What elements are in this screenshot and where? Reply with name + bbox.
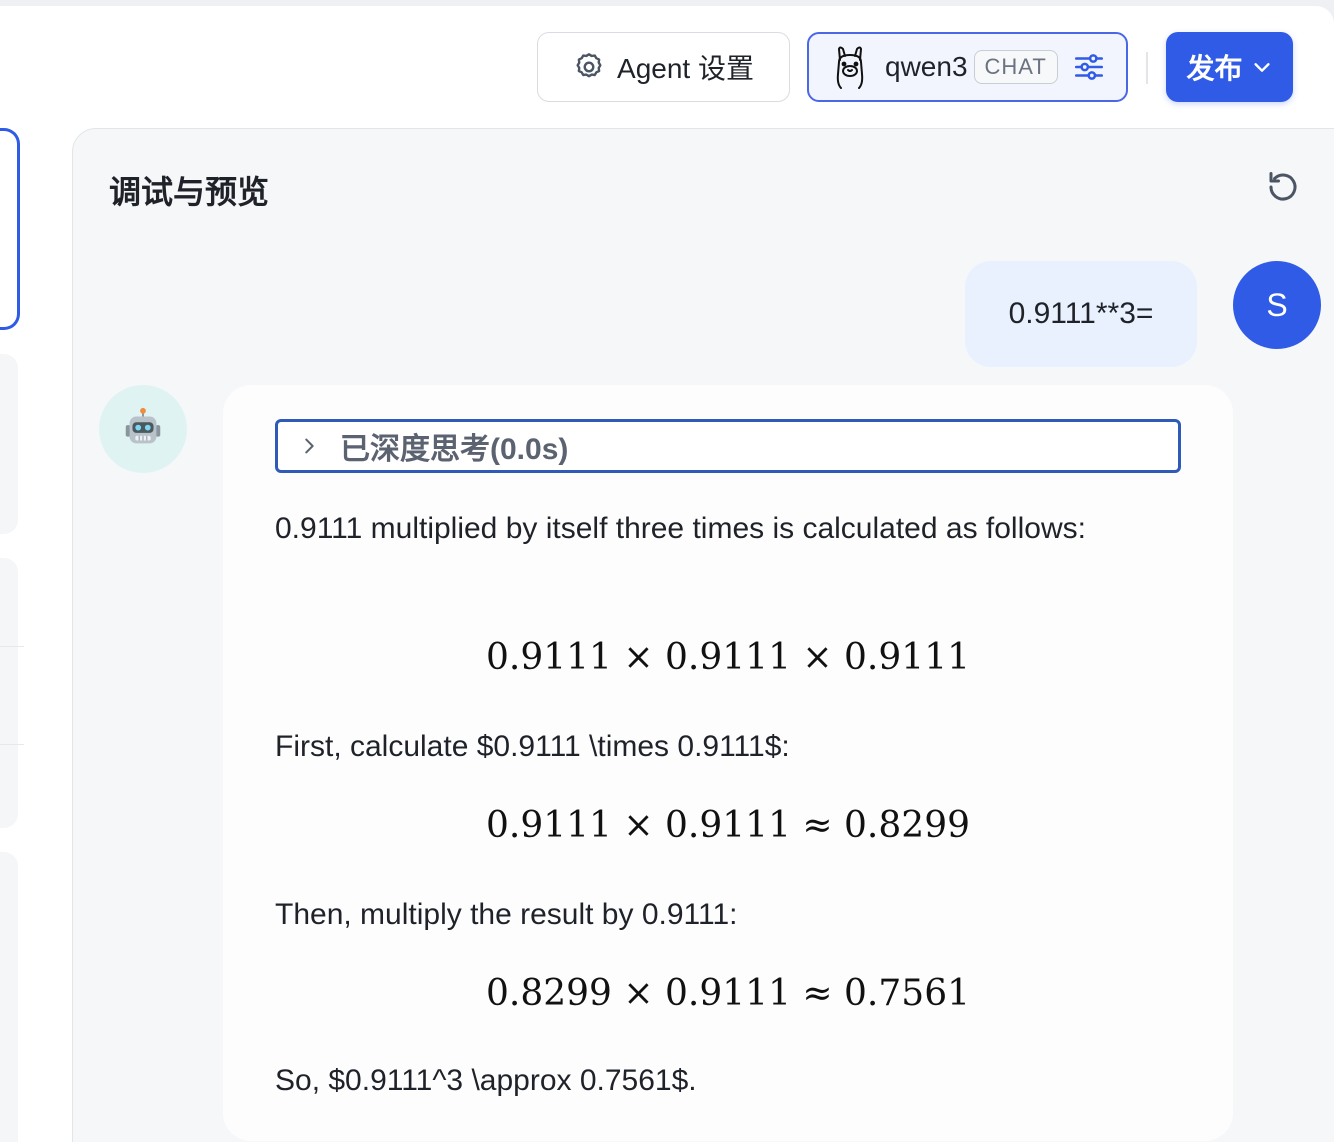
model-name: qwen3: [885, 51, 968, 82]
agent-settings-label: Agent 设置: [617, 53, 754, 84]
math-equation: 0.9111 × 0.9111 ≈ 0.8299: [486, 805, 970, 846]
thinking-toggle[interactable]: 已深度思考(0.0s): [275, 419, 1181, 473]
math-equation: 0.9111 × 0.9111 × 0.9111: [486, 637, 970, 678]
left-sidebar-edge: [0, 128, 24, 1142]
chevron-right-icon: [305, 438, 314, 454]
robot-icon: [125, 407, 161, 444]
sidebar-divider: [0, 744, 24, 745]
panel-title: 调试与预览: [109, 174, 270, 210]
response-paragraph: Then, multiply the result by 0.9111:: [275, 898, 738, 931]
user-avatar: S: [1233, 261, 1321, 349]
sidebar-active-card[interactable]: [0, 128, 20, 330]
gear-icon: [576, 53, 602, 78]
llama-icon: [836, 46, 864, 89]
sidebar-card[interactable]: [0, 558, 18, 828]
response-paragraph: First, calculate $0.9111 \times 0.9111$:: [275, 730, 790, 763]
math-equation: 0.8299 × 0.9111 ≈ 0.7561: [486, 973, 970, 1014]
user-avatar-letter: S: [1266, 286, 1288, 323]
preview-panel: 调试与预览 0.9111**3= S 已深度思考(0.0s) 0.9111 mu…: [72, 128, 1334, 1142]
sidebar-divider: [0, 646, 24, 647]
thinking-label: 已深度思考(0.0s): [340, 433, 569, 466]
response-paragraph: 0.9111 multiplied by itself three times …: [275, 512, 1086, 545]
user-message-bubble: 0.9111**3=: [965, 261, 1197, 367]
refresh-icon[interactable]: [1265, 169, 1301, 205]
agent-settings-button[interactable]: Agent 设置: [537, 32, 790, 102]
model-selector[interactable]: qwen3 CHAT: [807, 32, 1128, 102]
model-type-badge: CHAT: [973, 50, 1058, 84]
bot-message-bubble: 已深度思考(0.0s) 0.9111 multiplied by itself …: [223, 385, 1233, 1141]
header-divider: [1146, 52, 1148, 84]
chevron-down-icon: [1253, 63, 1270, 72]
sidebar-card[interactable]: [0, 354, 18, 534]
publish-label: 发布: [1186, 53, 1243, 84]
bot-avatar: [99, 385, 187, 473]
app-window: Agent 设置 qwen3 CHAT 发布 调试与预览 0.9111**3= …: [0, 6, 1334, 1142]
user-message-text: 0.9111**3=: [1008, 297, 1154, 330]
publish-button[interactable]: 发布: [1166, 32, 1293, 102]
top-header: Agent 设置 qwen3 CHAT 发布: [0, 6, 1334, 128]
sliders-icon[interactable]: [1072, 50, 1106, 84]
response-paragraph: So, $0.9111^3 \approx 0.7561$.: [275, 1064, 697, 1097]
sidebar-card[interactable]: [0, 852, 18, 1142]
